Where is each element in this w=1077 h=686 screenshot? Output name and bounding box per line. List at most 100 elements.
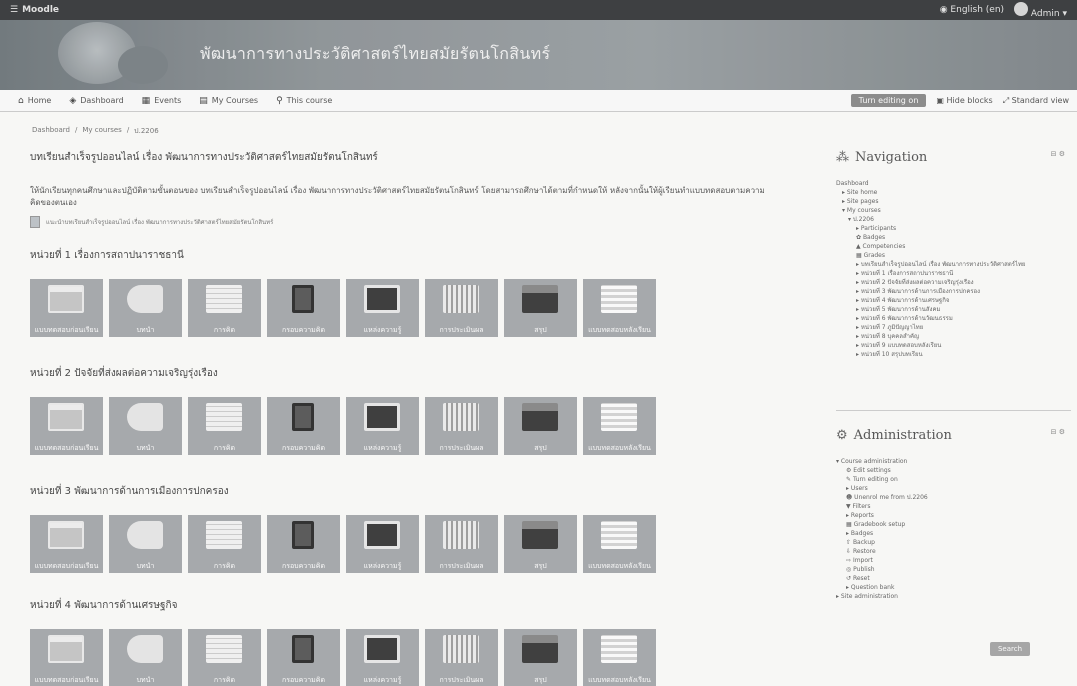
nav-tree-item[interactable]: ▸ หน่วยที่ 3 พัฒนาการด้านการเมืองการปกคร… [836,287,1071,296]
activity-tile[interactable]: แบบทดสอบก่อนเรียน [30,515,103,573]
nav-tree-item[interactable]: ▸ หน่วยที่ 4 พัฒนาการด้านเศรษฐกิจ [836,296,1071,305]
admin-tree-item[interactable]: ⇩ Restore [836,547,1071,556]
book-icon [364,403,400,431]
activity-tile[interactable]: บทนำ [109,397,182,455]
activity-tile[interactable]: การประเมินผล [425,629,498,686]
nav-tree-item[interactable]: ▸ Site home [836,188,1071,197]
nav-tree-item[interactable]: ▲ Competencies [836,242,1071,251]
nav-tree-item[interactable]: ▸ หน่วยที่ 6 พัฒนาการด้านวัฒนธรรม [836,314,1071,323]
activity-tile[interactable]: แหล่งความรู้ [346,279,419,337]
nav-tree-item[interactable]: ▸ หน่วยที่ 9 แบบทดสอบหลังเรียน [836,341,1071,350]
hide-blocks-toggle[interactable]: ▣ Hide blocks [936,96,992,105]
breadcrumb: Dashboard / My courses / ป.2206 [32,126,159,137]
activity-tile[interactable]: แบบทดสอบหลังเรียน [583,279,656,337]
admin-tree-item[interactable]: ⇧ Backup [836,538,1071,547]
section-title: หน่วยที่ 4 พัฒนาการด้านเศรษฐกิจ [30,600,178,611]
book-icon [364,285,400,313]
activity-tile[interactable]: บทนำ [109,515,182,573]
nav-tree-item[interactable]: ▾ My courses [836,206,1071,215]
nav-tree-item[interactable]: ▸ หน่วยที่ 8 บุคคลสำคัญ [836,332,1071,341]
activity-tile[interactable]: การประเมินผล [425,397,498,455]
admin-tree-item[interactable]: ▼ Filters [836,502,1071,511]
admin-tree-item[interactable]: ☻ Unenrol me from ป.2206 [836,493,1071,502]
activity-tile[interactable]: แบบทดสอบหลังเรียน [583,629,656,686]
activity-tile[interactable]: การคิด [188,279,261,337]
search-button[interactable]: Search [990,642,1030,656]
block-header: ⁂ Navigation [836,150,928,165]
activity-tile[interactable]: สรุป [504,629,577,686]
nav-my-courses[interactable]: ▤ My Courses [199,96,258,106]
nav-tree-item[interactable]: ▸ หน่วยที่ 7 ภูมิปัญญาไทย [836,323,1071,332]
course-section: หน่วยที่ 4 พัฒนาการด้านเศรษฐกิจ แบบทดสอบ… [30,598,656,686]
book-icon [364,635,400,663]
activity-tile[interactable]: กรอบความคิด [267,629,340,686]
admin-tree-item[interactable]: ✎ Turn editing on [836,475,1071,484]
admin-tree-item[interactable]: ▸ Site administration [836,592,1071,601]
nav-this-course[interactable]: ⚲ This course [276,96,332,106]
turn-editing-on-button[interactable]: Turn editing on [850,94,927,107]
admin-tree-item[interactable]: ↺ Reset [836,574,1071,583]
nav-tree-item[interactable]: ▸ หน่วยที่ 1 เรื่องการสถาปนาราชธานี [836,269,1071,278]
activity-tile[interactable]: สรุป [504,279,577,337]
nav-tree-item[interactable]: ▸ หน่วยที่ 2 ปัจจัยที่ส่งผลต่อความเจริญร… [836,278,1071,287]
activity-tile[interactable]: แหล่งความรู้ [346,397,419,455]
activity-tile[interactable]: กรอบความคิด [267,397,340,455]
chart-icon [443,521,479,549]
top-bar: ☰ Moodle ◉ English (en) Admin ▾ [0,0,1077,20]
admin-tree-item[interactable]: ▸ Reports [836,511,1071,520]
language-menu[interactable]: ◉ English (en) [940,5,1004,15]
nav-tree-item[interactable]: ✿ Badges [836,233,1071,242]
admin-tree-item[interactable]: ▸ Users [836,484,1071,493]
admin-tree-item[interactable]: ▾ Course administration [836,457,1071,466]
activity-tile[interactable]: บทนำ [109,279,182,337]
admin-tree-item[interactable]: ▸ Question bank [836,583,1071,592]
activity-tile[interactable]: บทนำ [109,629,182,686]
nav-tree-item[interactable]: ▸ หน่วยที่ 5 พัฒนาการด้านสังคม [836,305,1071,314]
nav-home[interactable]: ⌂ Home [18,96,51,106]
nav-tree-item[interactable]: ▾ ป.2206 [836,215,1071,224]
activity-tile[interactable]: แบบทดสอบก่อนเรียน [30,629,103,686]
activity-tile[interactable]: แบบทดสอบหลังเรียน [583,397,656,455]
admin-tree-item[interactable]: ▸ Badges [836,529,1071,538]
course-banner: พัฒนาการทางประวัติศาสตร์ไทยสมัยรัตนโกสิน… [0,20,1077,90]
activity-tile[interactable]: แบบทดสอบก่อนเรียน [30,397,103,455]
activity-tile[interactable]: แบบทดสอบก่อนเรียน [30,279,103,337]
nav-tree-item[interactable]: Dashboard [836,179,1071,188]
intro-file-link[interactable]: แนะนำบทเรียนสำเร็จรูปออนไลน์ เรื่อง พัฒน… [30,216,790,228]
block-controls[interactable]: ⊟ ⚙ [1051,150,1065,158]
nav-tree-item[interactable]: ▸ หน่วยที่ 10 สรุปบทเรียน [836,350,1071,359]
admin-tree-item[interactable]: ⚙ Edit settings [836,466,1071,475]
nav-tree-item[interactable]: ▸ Participants [836,224,1071,233]
user-menu[interactable]: Admin ▾ [1014,1,1067,19]
activity-tile[interactable]: สรุป [504,397,577,455]
admin-tree-item[interactable]: ⇨ Import [836,556,1071,565]
nav-events[interactable]: ▦ Events [142,96,182,106]
nav-tree-item[interactable]: ▸ บทเรียนสำเร็จรูปออนไลน์ เรื่อง พัฒนากา… [836,260,1071,269]
activity-tile[interactable]: การประเมินผล [425,279,498,337]
breadcrumb-course[interactable]: ป.2206 [134,126,158,137]
menu-icon: ☰ [10,5,19,15]
board-icon [522,635,558,663]
activity-tile[interactable]: แหล่งความรู้ [346,515,419,573]
activity-tile[interactable]: การประเมินผล [425,515,498,573]
activity-tile[interactable]: การคิด [188,397,261,455]
breadcrumb-my-courses[interactable]: My courses [82,126,121,137]
nav-dashboard[interactable]: ◈ Dashboard [69,96,123,106]
breadcrumb-dashboard[interactable]: Dashboard [32,126,70,137]
activity-tile[interactable]: กรอบความคิด [267,515,340,573]
activity-tile[interactable]: แบบทดสอบหลังเรียน [583,515,656,573]
nav-tree-item[interactable]: ▸ Site pages [836,197,1071,206]
standard-view-toggle[interactable]: ⤢ Standard view [1003,96,1069,106]
chart-icon [443,285,479,313]
nav-tree-item[interactable]: ▦ Grades [836,251,1071,260]
activity-tile[interactable]: กรอบความคิด [267,279,340,337]
megaphone-icon [127,403,163,431]
block-controls[interactable]: ⊟ ⚙ [1051,428,1065,436]
activity-tile[interactable]: แหล่งความรู้ [346,629,419,686]
activity-tile[interactable]: สรุป [504,515,577,573]
activity-tile[interactable]: การคิด [188,629,261,686]
admin-tree-item[interactable]: ◎ Publish [836,565,1071,574]
admin-tree-item[interactable]: ▦ Gradebook setup [836,520,1071,529]
activity-tile[interactable]: การคิด [188,515,261,573]
site-brand[interactable]: ☰ Moodle [10,5,59,15]
